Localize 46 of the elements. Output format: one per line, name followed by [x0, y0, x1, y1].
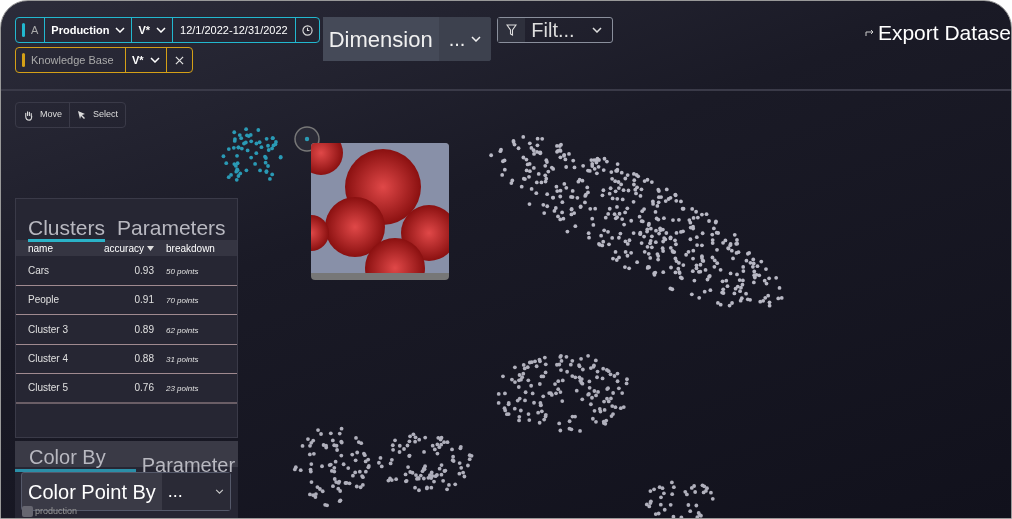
chevron-down-icon	[592, 27, 603, 33]
point-cluster	[644, 480, 715, 518]
column-header[interactable]: name	[28, 240, 53, 256]
table-cell: Cluster 3	[28, 323, 68, 335]
table-cell: 70 points	[166, 296, 199, 306]
table-cell: 0.88	[134, 353, 154, 365]
table-cell: 0.93	[134, 264, 154, 276]
table-cell: 50 points	[166, 266, 199, 276]
dataset-dropdown[interactable]: Production	[45, 18, 133, 42]
table-cell: 31 points	[166, 355, 199, 365]
panel-tab[interactable]: Parameters	[117, 217, 226, 242]
chevron-down-icon	[149, 57, 160, 63]
table-cell: 62 points	[166, 325, 199, 335]
chevron-down-icon	[215, 489, 224, 494]
version-dropdown[interactable]: V*	[126, 48, 167, 72]
point-cluster	[221, 127, 283, 182]
table-cell: Cluster 4	[28, 353, 68, 365]
table-cell: People	[28, 294, 60, 306]
table-cell: 0.89	[134, 323, 154, 335]
filter-icon	[506, 24, 518, 36]
select-tool-button[interactable]: Select	[69, 103, 126, 127]
version-dropdown[interactable]: V*	[132, 18, 174, 42]
chevron-down-icon	[115, 27, 126, 33]
forward-arrow-icon	[864, 28, 875, 37]
move-tool-button[interactable]: Move	[16, 103, 69, 127]
filter-dropdown[interactable]: Filt...	[497, 17, 614, 43]
legend-checkbox[interactable]	[22, 506, 33, 518]
dimension-dropdown[interactable]: ...	[438, 17, 492, 61]
export-button[interactable]: Export Datase	[864, 17, 1011, 49]
column-header[interactable]: breakdown	[166, 240, 215, 256]
chevron-down-icon	[156, 27, 167, 33]
hand-icon	[23, 109, 34, 121]
table-cell: Cluster 5	[28, 382, 68, 394]
table-cell: 0.91	[134, 294, 154, 306]
cursor-icon	[77, 110, 87, 120]
column-header[interactable]: accuracy	[104, 240, 144, 256]
date-range-field[interactable]: 12/1/2022-12/31/2022	[173, 18, 296, 42]
table-cell: 23 points	[166, 384, 199, 394]
clock-icon	[301, 24, 313, 36]
close-icon	[174, 55, 184, 65]
table-cell: Cars	[28, 264, 50, 276]
chevron-down-icon	[471, 36, 482, 42]
dataset-label: A	[31, 22, 39, 38]
dataset-name: Knowledge Base	[31, 52, 115, 68]
selected-point-marker	[294, 126, 320, 152]
table-cell: 0.76	[134, 382, 154, 394]
